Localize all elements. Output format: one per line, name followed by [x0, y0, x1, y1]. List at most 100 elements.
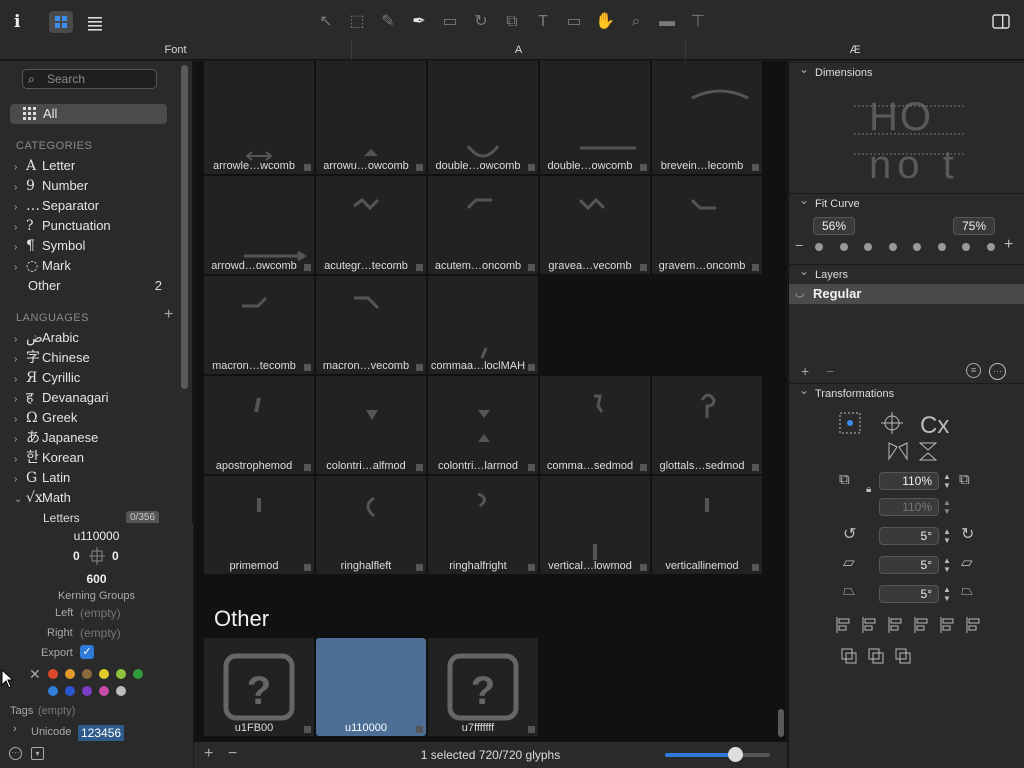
sidebar-scrollbar[interactable] [181, 65, 188, 389]
glyph-cell[interactable]: double…owcomb [540, 76, 650, 174]
rotate-input[interactable]: 5° [879, 527, 939, 545]
chevron-right-icon[interactable]: › [14, 238, 26, 258]
scale-icon[interactable]: ⧉ [500, 10, 524, 34]
unicode-field[interactable]: 123456 [78, 725, 125, 741]
glyph-cell[interactable]: arrowd…owcomb [204, 176, 314, 274]
tab-a[interactable]: A [352, 40, 686, 60]
sidebar-toggle-button[interactable] [990, 12, 1012, 32]
align-top-icon[interactable] [913, 616, 931, 634]
align-center-v-icon[interactable] [939, 616, 957, 634]
chevron-right-icon[interactable]: › [14, 218, 26, 238]
color-swatch[interactable] [65, 669, 75, 679]
dimensions-header[interactable]: Dimensions [789, 59, 1024, 82]
glyph-cell[interactable]: u110000 [316, 638, 426, 736]
slant-right-icon[interactable]: ▱ [961, 553, 973, 571]
sidebar-item-number[interactable]: › 9 Number [14, 176, 174, 196]
sidebar-item-devanagari[interactable]: › ह Devanagari [14, 388, 174, 408]
hand-icon[interactable]: ✋ [593, 10, 617, 34]
glyph-cell[interactable]: glottals…sedmod [652, 376, 762, 474]
skew-right-icon[interactable]: ⏢ [961, 582, 973, 599]
grid-scrollbar[interactable] [778, 709, 784, 737]
sidebar-item-korean[interactable]: › 한 Korean [14, 448, 174, 468]
chevron-right-icon[interactable]: › [14, 350, 26, 370]
align-left-icon[interactable] [835, 616, 853, 634]
chevron-right-icon[interactable]: › [14, 258, 26, 278]
slant-input[interactable]: 5° [879, 556, 939, 574]
layer-options-icon[interactable]: ··· [989, 363, 1006, 380]
color-swatch[interactable] [133, 669, 143, 679]
glyph-cell[interactable]: colontri…alfmod [316, 376, 426, 474]
glyph-name[interactable]: u110000 [0, 529, 193, 543]
scale-y-stepper[interactable]: ▲ ▼ [943, 498, 953, 516]
chevron-right-icon[interactable]: › [14, 370, 26, 390]
more-options-icon[interactable]: ··· [9, 747, 22, 760]
glyph-cell[interactable]: arrowle…wcomb [204, 76, 314, 174]
skew-stepper[interactable]: ▲ ▼ [943, 585, 953, 603]
sidebar-item-chinese[interactable]: › 字 Chinese [14, 348, 174, 368]
glyph-cell[interactable]: gravea…vecomb [540, 176, 650, 274]
slant-stepper[interactable]: ▲ ▼ [943, 556, 953, 574]
rsb-value[interactable]: 0 [112, 549, 119, 563]
fit-curve-step[interactable] [913, 243, 921, 251]
remove-layer-button[interactable]: − [826, 363, 834, 379]
intersect-icon[interactable] [894, 647, 912, 665]
lock-icon[interactable]: 🔒︎ [866, 484, 871, 495]
sidebar-item-cyrillic[interactable]: › Я Cyrillic [14, 368, 174, 388]
sidebar-item-japanese[interactable]: › あ Japanese [14, 428, 174, 448]
chevron-right-icon[interactable]: › [14, 178, 26, 198]
fit-curve-step[interactable] [888, 243, 897, 251]
glyph-cell[interactable]: colontri…larmod [428, 376, 538, 474]
align-right-icon[interactable] [887, 616, 905, 634]
filter-menu-icon[interactable]: ▾ [31, 747, 44, 760]
select-all-icon[interactable]: ⬚ [345, 10, 369, 34]
unicode-expand-icon[interactable]: › [13, 723, 17, 735]
rotate-ccw-icon[interactable]: ↺ [843, 524, 856, 544]
add-layer-button[interactable]: + [801, 363, 809, 379]
layers-header[interactable]: Layers [789, 261, 1024, 284]
scale-apply-icon[interactable]: ⧉ [959, 471, 970, 488]
add-language-button[interactable]: + [164, 306, 173, 324]
annotate-icon[interactable]: ▭ [562, 10, 586, 34]
color-swatch[interactable] [82, 686, 92, 696]
glyph-cell[interactable]: macron…tecomb [204, 276, 314, 374]
sidebar-item-separator[interactable]: ›… Separator [14, 196, 174, 216]
tab-ae[interactable]: Æ [686, 40, 1024, 60]
fit-curve-header[interactable]: Fit Curve [789, 190, 1024, 213]
clear-color-icon[interactable]: ✕ [29, 666, 41, 683]
fit-curve-step[interactable] [815, 243, 823, 251]
sidebar-item-other[interactable]: Other 2 [28, 276, 188, 296]
color-swatch[interactable] [65, 686, 75, 696]
glyph-cell[interactable]: ringhalfleft [316, 476, 426, 574]
sidebar-item-all[interactable]: All [10, 104, 167, 124]
union-icon[interactable] [840, 647, 858, 665]
sidebar-item-math[interactable]: ⌄ √xMath [14, 488, 174, 508]
sidebar-item-latin[interactable]: › G Latin [14, 468, 174, 488]
glyph-cell[interactable]: vertical…lowmod [540, 476, 650, 574]
zoom-slider[interactable] [665, 747, 770, 762]
pen-icon[interactable]: ✒ [407, 10, 431, 34]
select-icon[interactable]: ↖ [314, 10, 338, 34]
fit-curve-left-input[interactable]: 56% [813, 217, 855, 235]
scale-x-input[interactable]: 110% [879, 472, 939, 490]
rotate-stepper[interactable]: ▲ ▼ [943, 527, 953, 545]
text-icon[interactable]: T [531, 10, 555, 34]
color-swatch[interactable] [99, 669, 109, 679]
chevron-right-icon[interactable]: › [14, 158, 26, 178]
transformations-header[interactable]: Transformations [789, 380, 1024, 403]
draw-icon[interactable]: ✎ [376, 10, 400, 34]
glyph-cell[interactable]: comma…sedmod [540, 376, 650, 474]
fit-curve-step[interactable] [962, 243, 970, 251]
grid-view-button[interactable] [49, 11, 73, 33]
glyph-cell[interactable]: gravem…oncomb [652, 176, 762, 274]
fit-curve-minus-button[interactable]: − [795, 237, 803, 253]
fit-curve-step[interactable] [986, 243, 995, 251]
glyph-cell[interactable]: verticallinemod [652, 476, 762, 574]
list-view-button[interactable] [84, 11, 106, 33]
chevron-right-icon[interactable]: › [14, 390, 26, 410]
sidebar-item-mark[interactable]: › ◌ Mark [14, 256, 174, 276]
subtract-icon[interactable] [867, 647, 885, 665]
slant-left-icon[interactable]: ▱ [843, 553, 855, 571]
scale-x-stepper[interactable]: ▲ ▼ [943, 472, 953, 490]
search-input[interactable]: ⌕ Search [22, 69, 157, 89]
primitives-icon[interactable]: ▭ [438, 10, 462, 34]
